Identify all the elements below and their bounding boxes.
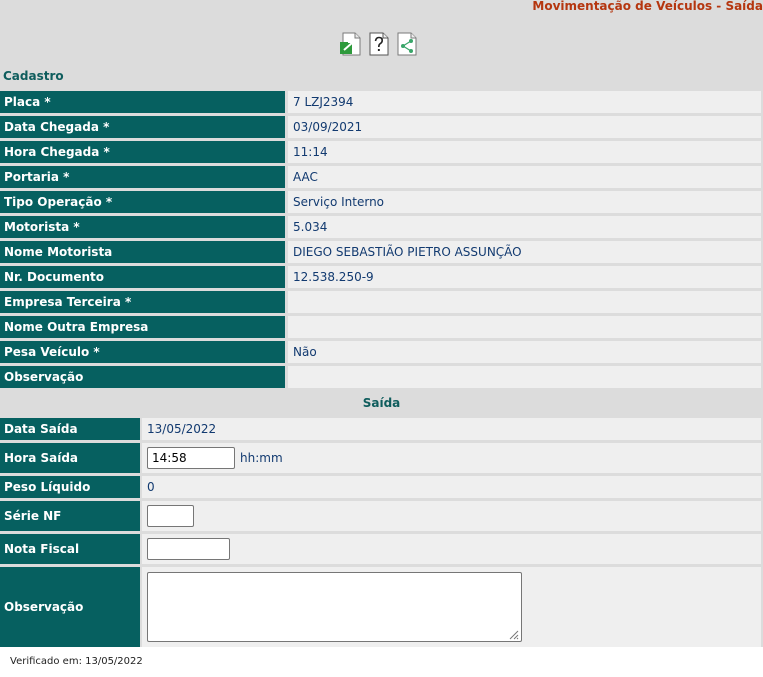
value-portaria: AAC [288, 166, 761, 188]
value-peso-liquido: 0 [142, 476, 761, 498]
row-hora-saida: Hora Saída hh:mm [0, 443, 761, 473]
form-page: Movimentação de Veículos - Saída Cadastr… [0, 0, 763, 647]
label-peso-liquido: Peso Líquido [0, 476, 140, 498]
label-empresa-terceira: Empresa Terceira * [0, 291, 285, 313]
label-data-chegada: Data Chegada * [0, 116, 285, 138]
row-motorista: Motorista * 5.034 [0, 216, 761, 238]
toolbar [339, 32, 417, 58]
hora-saida-input[interactable] [147, 447, 235, 469]
row-observacao-saida: Observação [0, 567, 761, 647]
serie-nf-input[interactable] [147, 505, 194, 527]
share-icon[interactable] [395, 32, 417, 56]
row-hora-chegada: Hora Chegada * 11:14 [0, 141, 761, 163]
value-empresa-terceira [288, 291, 761, 313]
label-motorista: Motorista * [0, 216, 285, 238]
value-motorista: 5.034 [288, 216, 761, 238]
label-observacao: Observação [0, 366, 285, 388]
section-title-cadastro: Cadastro [3, 69, 64, 83]
observacao-textarea[interactable] [147, 572, 522, 642]
value-observacao [288, 366, 761, 388]
row-portaria: Portaria * AAC [0, 166, 761, 188]
label-nr-documento: Nr. Documento [0, 266, 285, 288]
value-nome-outra-empresa [288, 316, 761, 338]
verified-date-footer: Verificado em: 13/05/2022 [10, 656, 143, 667]
label-pesa-veiculo: Pesa Veículo * [0, 341, 285, 363]
label-tipo-operacao: Tipo Operação * [0, 191, 285, 213]
section-title-saida: Saída [362, 396, 401, 410]
label-observacao-saida: Observação [0, 567, 140, 647]
row-observacao: Observação [0, 366, 761, 388]
label-portaria: Portaria * [0, 166, 285, 188]
value-tipo-operacao: Serviço Interno [288, 191, 761, 213]
row-nome-motorista: Nome Motorista DIEGO SEBASTIÃO PIETRO ASS… [0, 241, 761, 263]
value-placa: 7 LZJ2394 [288, 91, 761, 113]
row-nome-outra-empresa: Nome Outra Empresa [0, 316, 761, 338]
value-nome-motorista: DIEGO SEBASTIÃO PIETRO ASSUNÇÃO [288, 241, 761, 263]
value-data-saida: 13/05/2022 [142, 418, 761, 440]
row-pesa-veiculo: Pesa Veículo * Não [0, 341, 761, 363]
label-hora-saida: Hora Saída [0, 443, 140, 473]
row-serie-nf: Série NF [0, 501, 761, 531]
value-nr-documento: 12.538.250-9 [288, 266, 761, 288]
value-hora-chegada: 11:14 [288, 141, 761, 163]
page-title: Movimentação de Veículos - Saída [532, 0, 763, 13]
label-hora-chegada: Hora Chegada * [0, 141, 285, 163]
row-nr-documento: Nr. Documento 12.538.250-9 [0, 266, 761, 288]
hora-saida-format-hint: hh:mm [240, 451, 283, 465]
row-placa: Placa * 7 LZJ2394 [0, 91, 761, 113]
resize-grip-icon[interactable] [507, 628, 519, 640]
label-nota-fiscal: Nota Fiscal [0, 534, 140, 564]
label-placa: Placa * [0, 91, 285, 113]
help-icon[interactable] [367, 32, 389, 56]
label-nome-outra-empresa: Nome Outra Empresa [0, 316, 285, 338]
value-data-chegada: 03/09/2021 [288, 116, 761, 138]
nota-fiscal-input[interactable] [147, 538, 230, 560]
label-nome-motorista: Nome Motorista [0, 241, 285, 263]
label-serie-nf: Série NF [0, 501, 140, 531]
value-pesa-veiculo: Não [288, 341, 761, 363]
value-cell-nota-fiscal [142, 534, 761, 564]
row-peso-liquido: Peso Líquido 0 [0, 476, 761, 498]
row-tipo-operacao: Tipo Operação * Serviço Interno [0, 191, 761, 213]
row-nota-fiscal: Nota Fiscal [0, 534, 761, 564]
row-empresa-terceira: Empresa Terceira * [0, 291, 761, 313]
value-cell-serie-nf [142, 501, 761, 531]
label-data-saida: Data Saída [0, 418, 140, 440]
row-data-chegada: Data Chegada * 03/09/2021 [0, 116, 761, 138]
row-data-saida: Data Saída 13/05/2022 [0, 418, 761, 440]
export-icon[interactable] [339, 32, 361, 56]
